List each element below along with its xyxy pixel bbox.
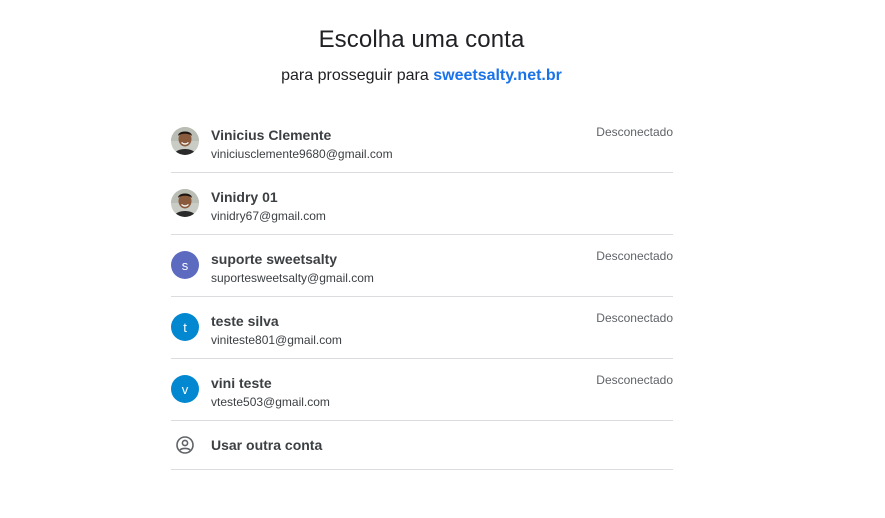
account-name: Vinicius Clemente — [211, 127, 332, 143]
account-name: suporte sweetsalty — [211, 251, 338, 267]
account-name: Vinidry 01 — [211, 189, 278, 205]
use-another-account-label: Usar outra conta — [211, 437, 323, 453]
account-row[interactable]: s suporte sweetsalty suportesweetsalty@g… — [171, 235, 673, 297]
account-list: Vinicius Clemente viniciusclemente9680@g… — [171, 111, 673, 470]
account-status: Desconectado — [596, 311, 673, 325]
account-row[interactable]: t teste silva viniteste801@gmail.com Des… — [171, 297, 673, 359]
avatar: t — [171, 313, 199, 341]
account-email: vinidry67@gmail.com — [211, 209, 326, 223]
avatar — [171, 127, 199, 155]
account-email: suportesweetsalty@gmail.com — [211, 271, 374, 285]
account-status: Desconectado — [596, 373, 673, 387]
account-email: viniteste801@gmail.com — [211, 333, 342, 347]
avatar — [171, 189, 199, 217]
page-subtitle: para prosseguir para sweetsalty.net.br — [0, 67, 843, 85]
account-circle-icon — [176, 436, 194, 454]
subtitle-prefix: para prosseguir para — [281, 67, 429, 84]
site-link[interactable]: sweetsalty.net.br — [433, 67, 562, 84]
avatar: v — [171, 375, 199, 403]
account-row[interactable]: v vini teste vteste503@gmail.com Descone… — [171, 359, 673, 421]
use-another-account-button[interactable]: Usar outra conta — [171, 421, 673, 470]
account-name: vini teste — [211, 375, 272, 391]
account-email: viniciusclemente9680@gmail.com — [211, 147, 393, 161]
account-status: Desconectado — [596, 249, 673, 263]
account-row[interactable]: Vinidry 01 vinidry67@gmail.com — [171, 173, 673, 235]
avatar: s — [171, 251, 199, 279]
page-title: Escolha uma conta — [318, 26, 525, 53]
account-name: teste silva — [211, 313, 279, 329]
account-status: Desconectado — [596, 125, 673, 139]
account-row[interactable]: Vinicius Clemente viniciusclemente9680@g… — [171, 111, 673, 173]
account-email: vteste503@gmail.com — [211, 395, 330, 409]
